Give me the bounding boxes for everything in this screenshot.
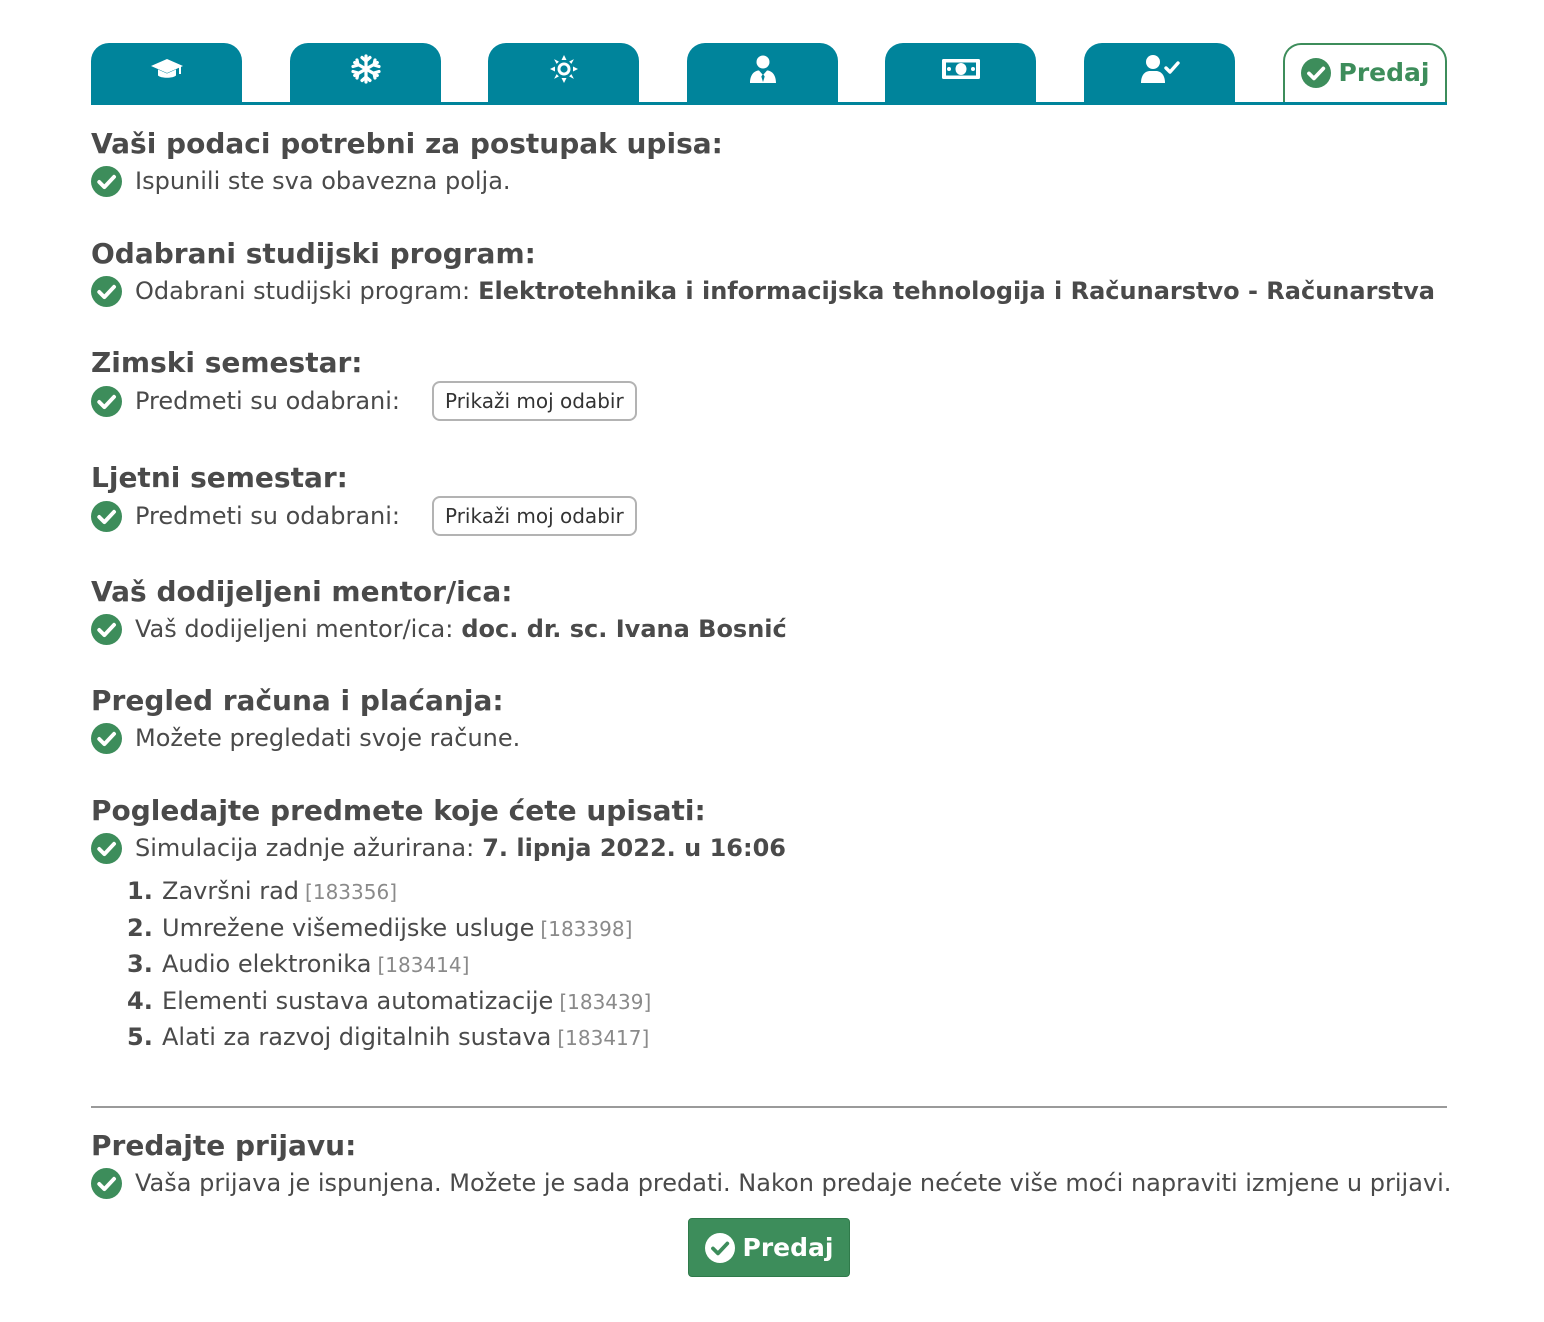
list-item: 2. Umrežene višemedijske usluge [183398]: [127, 913, 633, 942]
check-circle-icon: [91, 833, 122, 864]
course-name: Umrežene višemedijske usluge: [162, 913, 535, 942]
divider: [91, 1106, 1447, 1108]
tab-payments[interactable]: [885, 43, 1036, 105]
check-circle-icon: [91, 614, 122, 645]
list-item: 4. Elementi sustava automatizacije [183439…: [127, 986, 652, 1015]
section-heading: Vaši podaci potrebni za postupak upisa:: [91, 127, 723, 160]
show-winter-selection-button[interactable]: Prikaži moj odabir: [431, 381, 637, 421]
status-text: Simulacija zadnje ažurirana:: [135, 834, 475, 862]
tab-submit[interactable]: Predaj: [1283, 43, 1447, 102]
tab-winter-semester[interactable]: [290, 43, 441, 105]
section-heading: Pregled računa i plaćanja:: [91, 684, 504, 717]
tab-confirmation[interactable]: [1084, 43, 1235, 105]
status-text: Ispunili ste sva obavezna polja.: [135, 167, 511, 195]
step-tabs: Predaj: [91, 43, 1447, 105]
section-heading: Odabrani studijski program:: [91, 237, 536, 270]
section-personal-data: Vaši podaci potrebni za postupak upisa: …: [91, 126, 1447, 200]
check-circle-icon: [1301, 58, 1331, 88]
list-item: 1. Završni rad [183356]: [127, 877, 397, 905]
mentor-name: doc. dr. sc. Ivana Bosnić: [461, 615, 787, 643]
section-mentor: Vaš dodijeljeni mentor/ica: Vaš dodijelj…: [91, 574, 1447, 648]
tab-mentor[interactable]: [687, 43, 838, 105]
section-winter-semester: Zimski semestar: Predmeti su odabrani: P…: [91, 345, 1447, 421]
tab-summer-semester[interactable]: [488, 43, 639, 105]
course-code: [183414]: [377, 953, 470, 977]
snowflake-icon: [350, 54, 381, 84]
status-text: Možete pregledati svoje račune.: [135, 724, 521, 752]
show-summer-selection-button[interactable]: Prikaži moj odabir: [431, 496, 637, 536]
submit-button-label: Predaj: [742, 1233, 834, 1262]
status-text: Predmeti su odabrani:: [135, 387, 400, 415]
money-bill-icon: [941, 59, 980, 79]
submit-button[interactable]: Predaj: [688, 1218, 850, 1277]
status-text: Vaša prijava je ispunjena. Možete je sad…: [135, 1169, 1452, 1197]
list-item: 5. Alati za razvoj digitalnih sustava [183…: [127, 1023, 650, 1051]
tab-submit-label: Predaj: [1338, 58, 1430, 87]
course-name: Završni rad: [162, 877, 300, 905]
simulation-timestamp: 7. lipnja 2022. u 16:06: [482, 834, 786, 862]
section-heading: Vaš dodijeljeni mentor/ica:: [91, 575, 513, 608]
course-name: Elementi sustava automatizacije: [162, 986, 554, 1015]
course-code: [183398]: [540, 916, 633, 941]
check-circle-icon: [91, 386, 122, 417]
check-circle-icon: [705, 1233, 735, 1263]
section-heading: Zimski semestar:: [91, 346, 363, 379]
check-circle-icon: [91, 166, 122, 197]
section-submit: Predajte prijavu: Vaša prijava je ispunj…: [91, 1128, 1451, 1202]
program-name: Elektrotehnika i informacijska tehnologi…: [478, 277, 1435, 305]
status-text: Vaš dodijeljeni mentor/ica:: [135, 615, 454, 643]
status-text: Predmeti su odabrani:: [135, 502, 400, 530]
course-name: Alati za razvoj digitalnih sustava: [162, 1023, 552, 1051]
check-circle-icon: [91, 1168, 122, 1199]
course-code: [183439]: [559, 989, 652, 1014]
check-circle-icon: [91, 501, 122, 532]
user-tie-icon: [749, 55, 776, 83]
section-courses: Pogledajte predmete koje ćete upisati: S…: [91, 793, 1447, 1056]
sun-icon: [549, 55, 578, 83]
check-circle-icon: [91, 276, 122, 307]
section-heading: Predajte prijavu:: [91, 1129, 357, 1162]
section-study-program: Odabrani studijski program: Odabrani stu…: [91, 236, 1447, 310]
course-list: 1. Završni rad [183356] 2. Umrežene višemed…: [127, 873, 1447, 1056]
section-summer-semester: Ljetni semestar: Predmeti su odabrani: P…: [91, 460, 1447, 536]
section-billing: Pregled računa i plaćanja: Možete pregle…: [91, 683, 1447, 757]
course-code: [183356]: [305, 880, 397, 904]
tab-study[interactable]: [91, 43, 242, 105]
section-heading: Ljetni semestar:: [91, 461, 348, 494]
list-item: 3. Audio elektronika [183414]: [127, 950, 470, 978]
status-text: Odabrani studijski program:: [135, 277, 471, 305]
graduation-cap-icon: [150, 59, 183, 78]
user-check-icon: [1140, 55, 1180, 83]
check-circle-icon: [91, 723, 122, 754]
course-code: [183417]: [557, 1026, 650, 1050]
course-name: Audio elektronika: [162, 950, 372, 978]
section-heading: Pogledajte predmete koje ćete upisati:: [91, 794, 706, 827]
